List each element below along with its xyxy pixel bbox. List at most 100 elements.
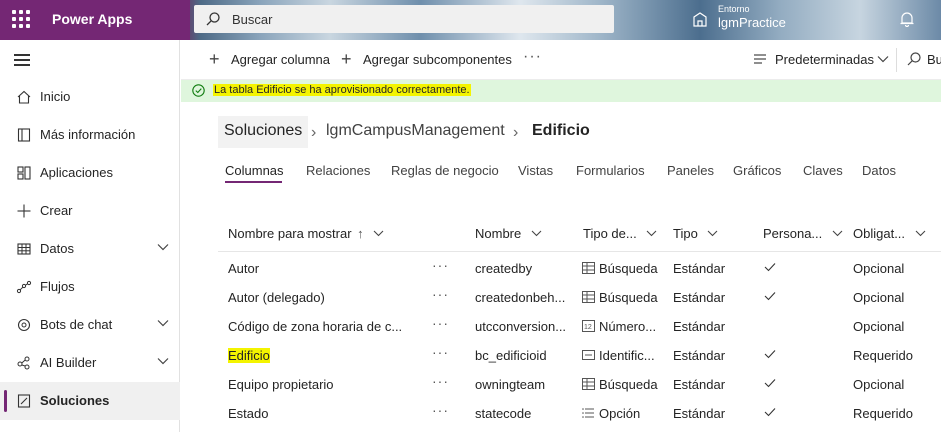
nav-label: Inicio (40, 89, 71, 104)
tab-vistas[interactable]: Vistas (518, 163, 553, 178)
search-box[interactable]: Buscar (194, 5, 614, 33)
column-header-type[interactable]: Tipo (673, 226, 718, 241)
svg-text:12: 12 (584, 324, 592, 331)
cell-name: createdonbeh... (475, 290, 566, 305)
column-header-data-type[interactable]: Tipo de... (583, 226, 657, 241)
cell-display-name[interactable]: Autor (228, 261, 408, 276)
list-view-icon (754, 54, 766, 64)
table-row[interactable]: Código de zona horaria de c... ··· utcco… (218, 312, 941, 341)
cell-display-name[interactable]: Equipo propietario (228, 377, 408, 392)
row-more-options-icon[interactable]: ··· (432, 373, 449, 389)
notifications-icon[interactable] (900, 11, 914, 27)
tab-claves[interactable]: Claves (803, 163, 843, 178)
cell-required: Requerido (853, 406, 913, 421)
chevron-down-icon[interactable] (157, 357, 169, 365)
left-navigation: Inicio Más información Aplicaciones Crea… (0, 40, 180, 432)
hamburger-menu-icon[interactable] (14, 54, 30, 66)
nav-item-datos[interactable]: Datos (0, 230, 180, 268)
nav-label: Bots de chat (40, 317, 113, 332)
cell-type: Estándar (673, 377, 726, 392)
nav-label: Aplicaciones (40, 165, 113, 180)
nav-item-aplicaciones[interactable]: Aplicaciones (0, 154, 180, 192)
chevron-down-icon[interactable] (157, 319, 169, 327)
tab-datos[interactable]: Datos (862, 163, 896, 178)
cell-required: Opcional (853, 377, 905, 392)
cell-display-name[interactable]: Estado (228, 406, 408, 421)
cell-data-type: Búsqueda (599, 377, 658, 392)
cell-required: Opcional (853, 319, 905, 334)
row-more-options-icon[interactable]: ··· (432, 286, 449, 302)
tab-paneles[interactable]: Paneles (667, 163, 714, 178)
cell-display-name[interactable]: Autor (delegado) (228, 290, 408, 305)
tab-reglas-de-negocio[interactable]: Reglas de negocio (391, 163, 499, 178)
cell-display-name[interactable]: Código de zona horaria de c... (228, 319, 408, 334)
checkmark-icon (764, 292, 776, 301)
cell-data-type: Búsqueda (599, 261, 658, 276)
table-row[interactable]: Estado ··· statecode Opción Estándar Req… (218, 399, 941, 428)
column-header-label: Tipo (673, 226, 698, 241)
chevron-down-icon (708, 230, 718, 237)
column-header-display-name[interactable]: Nombre para mostrar ↑ (228, 226, 384, 241)
checkmark-icon (764, 408, 776, 417)
environment-label: Entorno (718, 4, 750, 14)
column-header-label: Nombre para mostrar (228, 226, 352, 241)
view-selector-label: Predeterminadas (775, 52, 874, 67)
environment-icon (693, 12, 707, 27)
tab-columnas[interactable]: Columnas (225, 163, 284, 178)
nav-label: Soluciones (40, 393, 110, 408)
row-more-options-icon[interactable]: ··· (432, 344, 449, 360)
chevron-down-icon (832, 230, 843, 237)
apps-icon (17, 166, 31, 180)
tab-relaciones[interactable]: Relaciones (306, 163, 370, 178)
column-header-label: Obligat... (853, 226, 906, 241)
lookup-icon (582, 378, 595, 390)
table-row[interactable]: Edificio ··· bc_edificioid Identific... … (218, 341, 941, 370)
lookup-icon (582, 262, 595, 274)
column-header-required[interactable]: Obligat... (853, 226, 926, 241)
chevron-down-icon (646, 230, 657, 237)
nav-item-ai-builder[interactable]: AI Builder (0, 344, 180, 382)
cell-name: owningteam (475, 377, 546, 392)
nav-label: Flujos (40, 279, 75, 294)
add-subcomponents-label: Agregar subcomponentes (363, 52, 512, 67)
cell-name: bc_edificioid (475, 348, 547, 363)
cell-name: statecode (475, 406, 532, 421)
cell-display-name[interactable]: Edificio (228, 348, 270, 363)
column-header-name[interactable]: Nombre (475, 226, 542, 241)
row-more-options-icon[interactable]: ··· (432, 402, 449, 418)
breadcrumb-table: Edificio (532, 122, 590, 139)
nav-item-flujos[interactable]: Flujos (0, 268, 180, 306)
nav-item-crear[interactable]: Crear (0, 192, 180, 230)
tab-graficos[interactable]: Gráficos (733, 163, 781, 178)
cell-data-type: Búsqueda (599, 290, 658, 305)
nav-item-bots-de-chat[interactable]: Bots de chat (0, 306, 180, 344)
ai-icon (17, 356, 30, 370)
tab-formularios[interactable]: Formularios (576, 163, 645, 178)
environment-name: lgmPractice (718, 15, 786, 30)
nav-item-mas-informacion[interactable]: Más información (0, 116, 180, 154)
checkmark-icon (764, 350, 776, 359)
column-header-customizable[interactable]: Persona... (763, 226, 843, 241)
breadcrumb-soluciones[interactable]: Soluciones (218, 116, 309, 148)
chevron-down-icon[interactable] (157, 243, 169, 251)
row-more-options-icon[interactable]: ··· (432, 257, 449, 273)
table-row[interactable]: Equipo propietario ··· owningteam Búsque… (218, 370, 941, 399)
row-more-options-icon[interactable]: ··· (432, 315, 449, 331)
nav-item-inicio[interactable]: Inicio (0, 78, 180, 116)
chevron-down-icon (373, 230, 384, 237)
nav-item-soluciones[interactable]: Soluciones (0, 382, 180, 420)
table-icon (17, 243, 31, 255)
table-row[interactable]: Autor ··· createdby Búsqueda Estándar Op… (218, 254, 941, 283)
cell-required: Requerido (853, 348, 913, 363)
column-header-label: Nombre (475, 226, 522, 241)
app-launcher-icon[interactable] (12, 10, 30, 28)
more-commands-icon[interactable]: ··· (523, 48, 542, 66)
breadcrumb-solution[interactable]: lgmCampusManagement (326, 122, 505, 140)
divider (896, 48, 897, 72)
active-tab-indicator (225, 181, 282, 183)
flow-icon (16, 280, 32, 294)
cell-required: Opcional (853, 261, 905, 276)
app-title[interactable]: Power Apps (52, 11, 132, 27)
table-row[interactable]: Autor (delegado) ··· createdonbeh... Bús… (218, 283, 941, 312)
grid-header: Nombre para mostrar ↑ Nombre Tipo de... … (218, 216, 941, 252)
